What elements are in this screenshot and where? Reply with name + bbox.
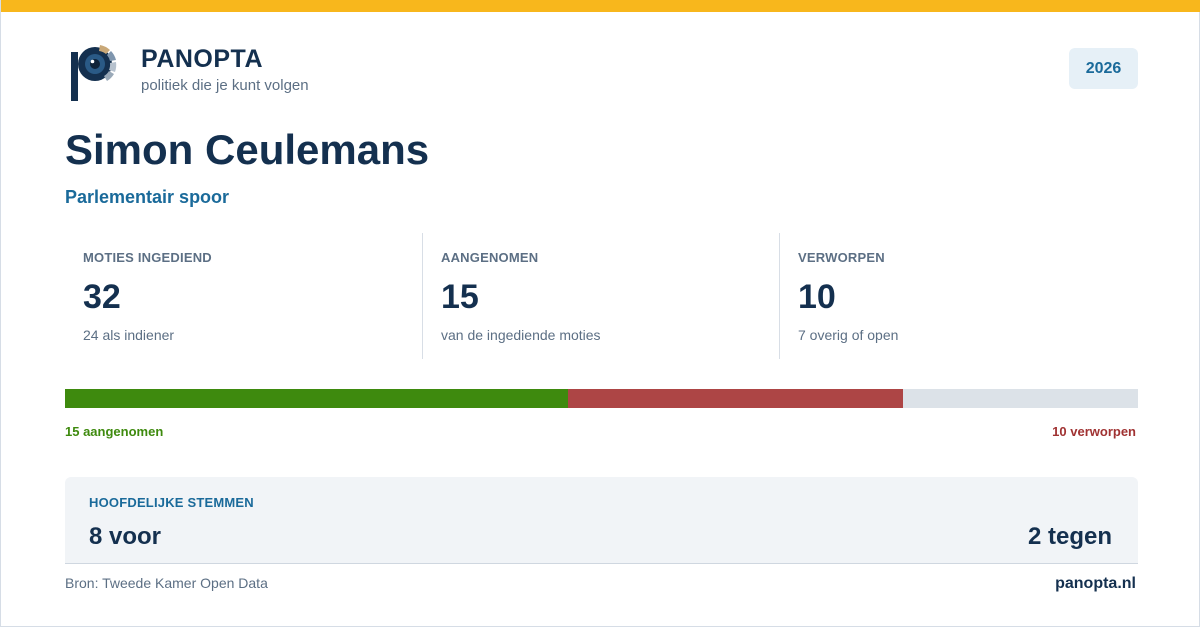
accent-bar (1, 0, 1200, 12)
source-note: Bron: Tweede Kamer Open Data (65, 575, 268, 591)
panopta-logo-icon (71, 45, 117, 101)
track-label: Parlementair spoor (65, 187, 230, 207)
stat-value: 32 (83, 278, 121, 316)
stat-label: AANGENOMEN (441, 250, 539, 265)
motion-outcome-bar (65, 389, 1138, 408)
brand-name: PANOPTA (141, 45, 264, 73)
stat-value: 10 (798, 278, 836, 316)
stat-subtext: van de ingediende moties (441, 327, 601, 343)
stat-verworpen: VERWORPEN 10 7 overig of open (779, 233, 1138, 359)
roll-call-votes-panel: HOOFDELIJKE STEMMEN 8 voor 2 tegen (65, 477, 1138, 564)
year-badge: 2026 (1069, 48, 1138, 89)
bar-segment-aangenomen (65, 389, 568, 408)
bar-label-aangenomen: 15 aangenomen (65, 424, 164, 439)
stat-label: MOTIES INGEDIEND (83, 250, 212, 265)
stat-aangenomen: AANGENOMEN 15 van de ingediende moties (422, 233, 779, 359)
votes-against: 2 tegen (1027, 523, 1112, 550)
votes-title: HOOFDELIJKE STEMMEN (89, 495, 254, 510)
stat-label: VERWORPEN (798, 250, 885, 265)
stat-subtext: 7 overig of open (798, 327, 899, 343)
share-card: PANOPTA politiek die je kunt volgen 2026… (0, 0, 1200, 627)
bar-label-verworpen: 10 verworpen (1052, 424, 1136, 439)
person-name: Simon Ceulemans (65, 126, 430, 173)
site-url: panopta.nl (1055, 575, 1136, 592)
brand-tagline: politiek die je kunt volgen (141, 77, 309, 94)
votes-for: 8 voor (89, 523, 162, 550)
bar-segment-verworpen (567, 389, 904, 408)
stat-value: 15 (441, 278, 479, 316)
stat-subtext: 24 als indiener (83, 327, 175, 343)
stat-moties-ingediend: MOTIES INGEDIEND 32 24 als indiener (65, 233, 422, 359)
